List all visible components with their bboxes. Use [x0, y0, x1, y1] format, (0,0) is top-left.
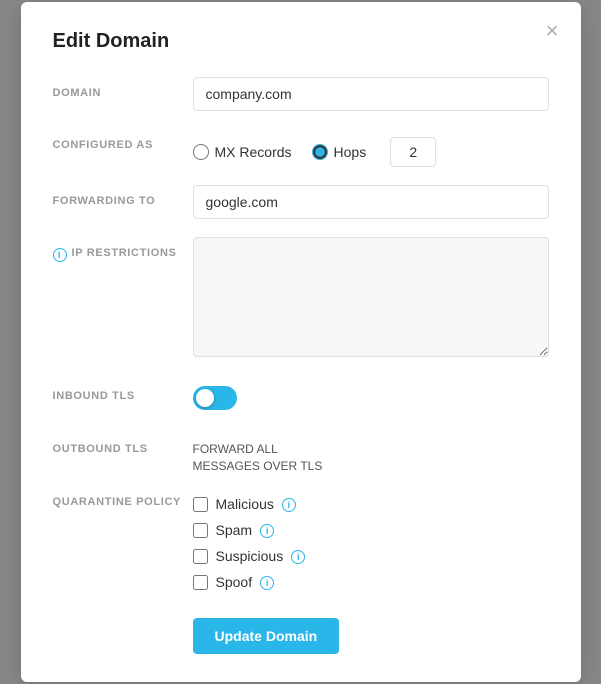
quarantine-checkbox-group: Malicious i Spam i Suspicious i Spoof i [193, 492, 549, 590]
quarantine-policy-control: Malicious i Spam i Suspicious i Spoof i [193, 492, 549, 590]
quarantine-spoof-info-icon[interactable]: i [260, 576, 274, 590]
radio-hops[interactable]: Hops [312, 144, 367, 160]
configured-as-label: CONFIGURED AS [53, 129, 193, 151]
quarantine-spam-checkbox[interactable] [193, 523, 208, 538]
ip-restrictions-textarea[interactable] [193, 237, 549, 357]
ip-restrictions-field-wrapper [193, 237, 549, 362]
outbound-tls-line2: MESSAGES OVER TLS [193, 459, 323, 473]
forwarding-to-field-wrapper [193, 185, 549, 219]
quarantine-suspicious-info-icon[interactable]: i [291, 550, 305, 564]
forwarding-to-label: FORWARDING TO [53, 185, 193, 207]
ip-restrictions-info-icon[interactable]: i [53, 248, 67, 262]
outbound-tls-line1: FORWARD ALL [193, 442, 278, 456]
radio-mx-records[interactable]: MX Records [193, 144, 292, 160]
quarantine-policy-label: QUARANTINE POLICY [53, 492, 193, 508]
quarantine-spoof-label: Spoof [216, 574, 253, 590]
quarantine-spam-option[interactable]: Spam i [193, 522, 549, 538]
outbound-tls-row: OUTBOUND TLS FORWARD ALL MESSAGES OVER T… [53, 433, 549, 475]
quarantine-spam-info-icon[interactable]: i [260, 524, 274, 538]
domain-field-wrapper [193, 77, 549, 111]
ip-restrictions-label: IP RESTRICTIONS [72, 247, 177, 259]
radio-group: MX Records Hops [193, 129, 549, 167]
quarantine-suspicious-label: Suspicious [216, 548, 284, 564]
radio-hops-label: Hops [334, 144, 367, 160]
domain-input[interactable] [193, 77, 549, 111]
inbound-tls-control [193, 380, 549, 415]
quarantine-malicious-info-icon[interactable]: i [282, 498, 296, 512]
quarantine-malicious-checkbox[interactable] [193, 497, 208, 512]
radio-mx-label: MX Records [215, 144, 292, 160]
ip-restrictions-label-group: i IP RESTRICTIONS [53, 237, 193, 262]
button-row: Update Domain [193, 608, 549, 654]
quarantine-malicious-option[interactable]: Malicious i [193, 496, 549, 512]
toggle-slider [193, 386, 237, 410]
domain-row: DOMAIN [53, 77, 549, 111]
configured-as-options: MX Records Hops [193, 129, 549, 167]
quarantine-suspicious-option[interactable]: Suspicious i [193, 548, 549, 564]
inbound-tls-toggle[interactable] [193, 386, 237, 410]
quarantine-spoof-option[interactable]: Spoof i [193, 574, 549, 590]
radio-hops-input[interactable] [312, 144, 328, 160]
outbound-tls-control: FORWARD ALL MESSAGES OVER TLS [193, 433, 549, 475]
hops-value-input[interactable] [390, 137, 436, 167]
forwarding-to-input[interactable] [193, 185, 549, 219]
quarantine-malicious-label: Malicious [216, 496, 274, 512]
update-domain-button[interactable]: Update Domain [193, 618, 340, 654]
configured-as-row: CONFIGURED AS MX Records Hops [53, 129, 549, 167]
quarantine-spam-label: Spam [216, 522, 253, 538]
radio-mx-input[interactable] [193, 144, 209, 160]
close-button[interactable]: × [546, 20, 559, 42]
edit-domain-modal: Edit Domain × DOMAIN CONFIGURED AS MX Re… [21, 2, 581, 683]
quarantine-suspicious-checkbox[interactable] [193, 549, 208, 564]
quarantine-policy-row: QUARANTINE POLICY Malicious i Spam i Sus… [53, 492, 549, 590]
forwarding-to-row: FORWARDING TO [53, 185, 549, 219]
domain-label: DOMAIN [53, 77, 193, 99]
ip-restrictions-row: i IP RESTRICTIONS [53, 237, 549, 362]
modal-title: Edit Domain [53, 30, 549, 53]
inbound-tls-row: INBOUND TLS [53, 380, 549, 415]
outbound-tls-description: FORWARD ALL MESSAGES OVER TLS [193, 433, 549, 475]
quarantine-spoof-checkbox[interactable] [193, 575, 208, 590]
inbound-tls-label: INBOUND TLS [53, 380, 193, 402]
outbound-tls-label: OUTBOUND TLS [53, 433, 193, 455]
